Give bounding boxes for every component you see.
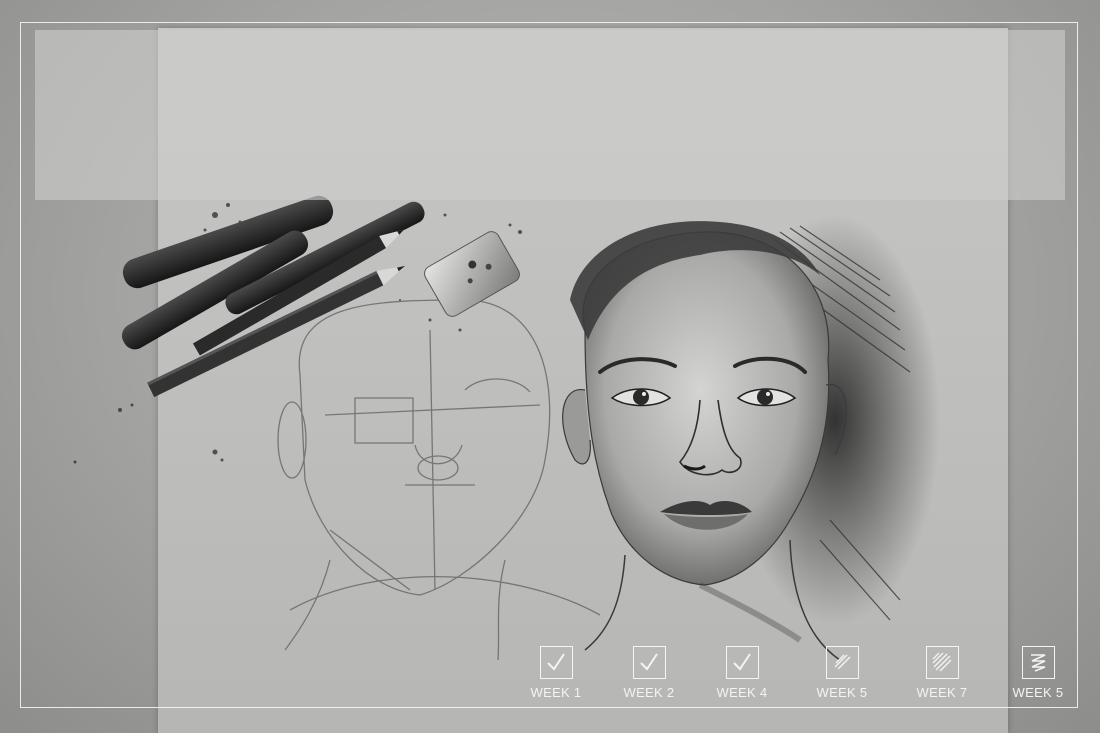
week-label: WEEK 5	[1012, 685, 1064, 700]
week-label: WEEK 7	[916, 685, 968, 700]
dense-hatch-icon	[925, 646, 959, 679]
week-label: WEEK 5	[816, 685, 868, 700]
eraser	[424, 231, 520, 317]
week-label: WEEK 4	[716, 685, 768, 700]
checkmark-icon	[539, 646, 573, 679]
week-item: WEEK 5	[998, 646, 1078, 700]
header-panel	[35, 30, 1065, 200]
week-label: WEEK 2	[623, 685, 675, 700]
construction-sketch	[277, 299, 601, 661]
week-item: WEEK 5	[802, 646, 882, 700]
photo-stage: WEEK 1 WEEK 2 WEEK 4 WEEK 5 WEEK 7 WEEK …	[0, 0, 1100, 733]
week-item: WEEK 1	[516, 646, 596, 700]
week-item: WEEK 4	[702, 646, 782, 700]
checkmark-icon	[632, 646, 666, 679]
scribble-icon	[1021, 646, 1055, 679]
drawing-tools	[121, 195, 520, 398]
weekly-progress: WEEK 1 WEEK 2 WEEK 4 WEEK 5 WEEK 7 WEEK …	[510, 646, 1070, 706]
light-hatch-icon	[825, 646, 859, 679]
week-item: WEEK 7	[902, 646, 982, 700]
checkmark-icon	[725, 646, 759, 679]
week-label: WEEK 1	[530, 685, 582, 700]
week-item: WEEK 2	[609, 646, 689, 700]
